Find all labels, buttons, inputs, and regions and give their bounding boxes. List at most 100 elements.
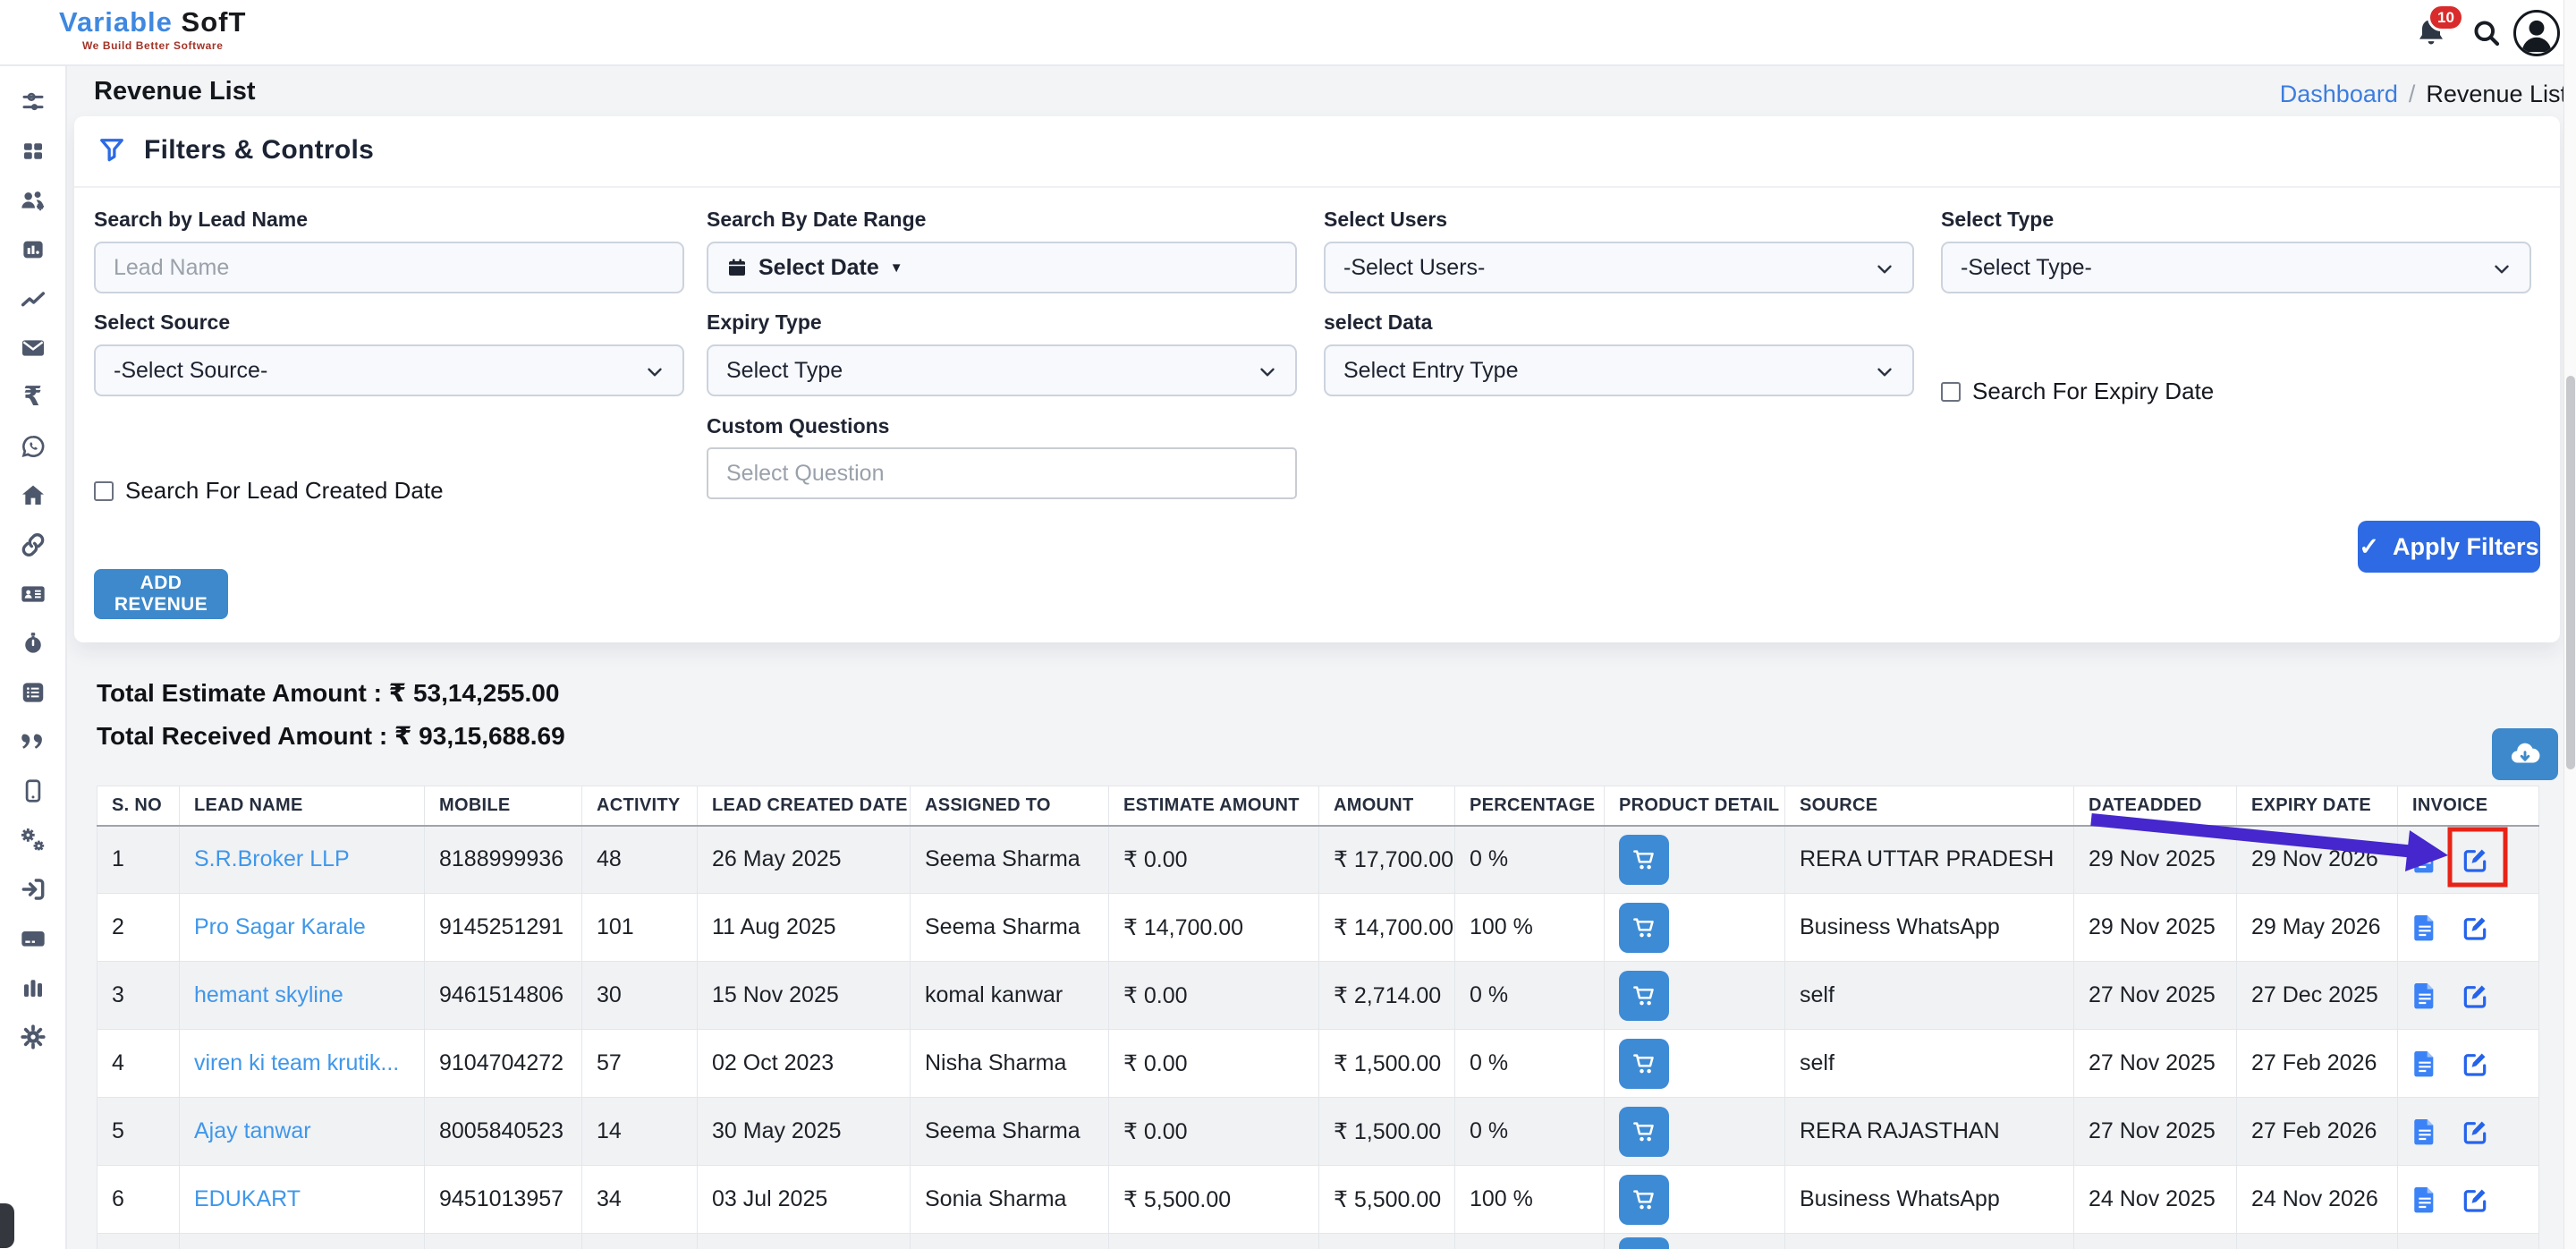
sidebar-item-list[interactable]: [0, 667, 66, 717]
invoice-edit-icon[interactable]: [2461, 1185, 2489, 1214]
sidebar-item-link[interactable]: [0, 520, 66, 569]
product-detail-button[interactable]: [1619, 902, 1669, 953]
invoice-edit-icon[interactable]: [2461, 845, 2489, 874]
column-header: SOURCE: [1784, 786, 2074, 827]
entry-type-dropdown[interactable]: Select Entry Type: [1324, 344, 1914, 396]
cell-expiry-date: 24 Nov 2026: [2236, 1165, 2398, 1234]
cell-source: RERA UTTAR PRADESH: [1784, 825, 2074, 894]
product-detail-button[interactable]: [1619, 834, 1669, 885]
sidebar-item-stopwatch[interactable]: [0, 618, 66, 667]
cell-lead-created-date: 26 May 2025: [697, 825, 911, 894]
cell-s-no: 5: [97, 1097, 180, 1166]
lead-name-input[interactable]: [114, 254, 665, 281]
custom-questions-field[interactable]: [707, 447, 1297, 499]
apply-filters-button[interactable]: ✓ Apply Filters: [2358, 521, 2540, 573]
cell-amount: ₹ 5,500.00: [1318, 1165, 1455, 1234]
product-detail-button[interactable]: [1619, 1038, 1669, 1089]
invoice-edit-icon[interactable]: [2461, 913, 2489, 942]
cell-invoice: [2397, 1097, 2539, 1166]
column-header: LEAD NAME: [179, 786, 425, 827]
invoice-file-icon[interactable]: [2412, 1117, 2437, 1146]
invoice-edit-icon[interactable]: [2461, 1049, 2489, 1078]
column-header: LEAD CREATED DATE: [697, 786, 911, 827]
chevron-down-icon: [1877, 368, 1892, 377]
search-expiry-date-checkbox-row[interactable]: Search For Expiry Date: [1941, 378, 2214, 405]
cell-invoice: [2397, 825, 2539, 894]
cell-percentage: 0 %: [1454, 1097, 1605, 1166]
user-avatar[interactable]: [2513, 10, 2560, 56]
sidebar-item-column-chart[interactable]: [0, 963, 66, 1012]
lead-name-link[interactable]: Pro Sagar Karale: [194, 914, 417, 940]
add-revenue-button[interactable]: ADD REVENUE: [94, 569, 228, 619]
invoice-edit-icon[interactable]: [2461, 1117, 2489, 1146]
sidebar-item-rupee[interactable]: ₹: [0, 372, 66, 421]
export-download-button[interactable]: [2492, 728, 2558, 780]
sidebar-item-mobile[interactable]: [0, 766, 66, 815]
scrollbar-thumb[interactable]: [2566, 376, 2575, 769]
cell-percentage: 0 %: [1454, 1029, 1605, 1098]
table-row: 5 Ajay tanwar 8005840523 14 30 May 2025 Seema…: [97, 1097, 2539, 1166]
breadcrumb-dashboard-link[interactable]: Dashboard: [2280, 81, 2398, 108]
lead-name-link[interactable]: Ajay tanwar: [194, 1118, 417, 1144]
invoice-file-icon[interactable]: [2412, 981, 2437, 1010]
app-logo: Variable SofT We Build Better Software: [59, 8, 246, 51]
product-detail-button[interactable]: [1619, 1237, 1669, 1249]
custom-questions-input[interactable]: [726, 460, 1277, 487]
settings-gear-icon: [20, 1024, 46, 1049]
expiry-type-dropdown[interactable]: Select Type: [707, 344, 1297, 396]
sidebar-item-dashboard-grid[interactable]: [0, 126, 66, 175]
lead-name-link[interactable]: EDUKART: [194, 1186, 417, 1212]
sidebar-item-credit-card[interactable]: [0, 913, 66, 963]
select-type-dropdown[interactable]: -Select Type-: [1941, 242, 2531, 293]
sidebar-item-settings-gear[interactable]: [0, 1012, 66, 1061]
checkbox[interactable]: [1941, 381, 1961, 402]
sidebar-item-id-card[interactable]: [0, 569, 66, 618]
sidebar-item-bar-chart[interactable]: [0, 225, 66, 274]
invoice-file-icon[interactable]: [2412, 913, 2437, 942]
page-scrollbar[interactable]: [2563, 0, 2576, 1249]
lead-name-link[interactable]: hemant skyline: [194, 982, 417, 1008]
sidebar-item-sliders[interactable]: [0, 77, 66, 126]
invoice-file-icon[interactable]: [2412, 1049, 2437, 1078]
sidebar-item-sign-in[interactable]: [0, 864, 66, 913]
column-header: EXPIRY DATE: [2236, 786, 2398, 827]
invoice-edit-icon[interactable]: [2461, 981, 2489, 1010]
invoice-file-icon[interactable]: [2412, 845, 2437, 874]
sidebar-item-gears[interactable]: [0, 815, 66, 864]
cell-product-detail: [1604, 1029, 1785, 1098]
lead-name-field[interactable]: [94, 242, 684, 293]
product-detail-button[interactable]: [1619, 1106, 1669, 1157]
select-users-dropdown[interactable]: -Select Users-: [1324, 242, 1914, 293]
logo-text-primary: Variable: [59, 6, 173, 38]
cart-icon: [1633, 1121, 1654, 1141]
lead-name-link[interactable]: viren ki team krutik...: [194, 1050, 417, 1076]
sidebar-item-users-settings[interactable]: [0, 175, 66, 225]
sidebar-item-whatsapp[interactable]: [0, 421, 66, 471]
sidebar-item-envelope[interactable]: [0, 323, 66, 372]
date-range-picker[interactable]: Select Date ▼: [707, 242, 1297, 293]
floating-widget-partial[interactable]: [0, 1203, 14, 1248]
checkbox[interactable]: [94, 480, 114, 501]
cell-estimate-amount: ₹ 0.00: [1108, 825, 1319, 894]
cell-percentage: 0 %: [1454, 825, 1605, 894]
product-detail-button[interactable]: [1619, 970, 1669, 1021]
quote-icon: [21, 734, 42, 749]
calendar-icon: [729, 259, 745, 276]
cell-s-no: 1: [97, 825, 180, 894]
search-lead-created-checkbox-row[interactable]: Search For Lead Created Date: [94, 477, 444, 505]
cell-percentage: 0 %: [1454, 961, 1605, 1030]
bar-chart-icon: [22, 241, 43, 258]
gears-icon: [21, 828, 44, 850]
chevron-down-icon: [648, 368, 662, 377]
cell-invoice: [2397, 1029, 2539, 1098]
product-detail-button[interactable]: [1619, 1174, 1669, 1225]
cell-product-detail: [1604, 825, 1785, 894]
sidebar-item-home[interactable]: [0, 471, 66, 520]
sidebar-item-quote[interactable]: [0, 717, 66, 766]
select-source-dropdown[interactable]: -Select Source-: [94, 344, 684, 396]
lead-name-link[interactable]: S.R.Broker LLP: [194, 846, 417, 872]
sidebar-item-line-chart[interactable]: [0, 274, 66, 323]
cart-icon: [1633, 985, 1654, 1005]
global-search-button[interactable]: [2469, 15, 2504, 51]
invoice-file-icon[interactable]: [2412, 1185, 2437, 1214]
